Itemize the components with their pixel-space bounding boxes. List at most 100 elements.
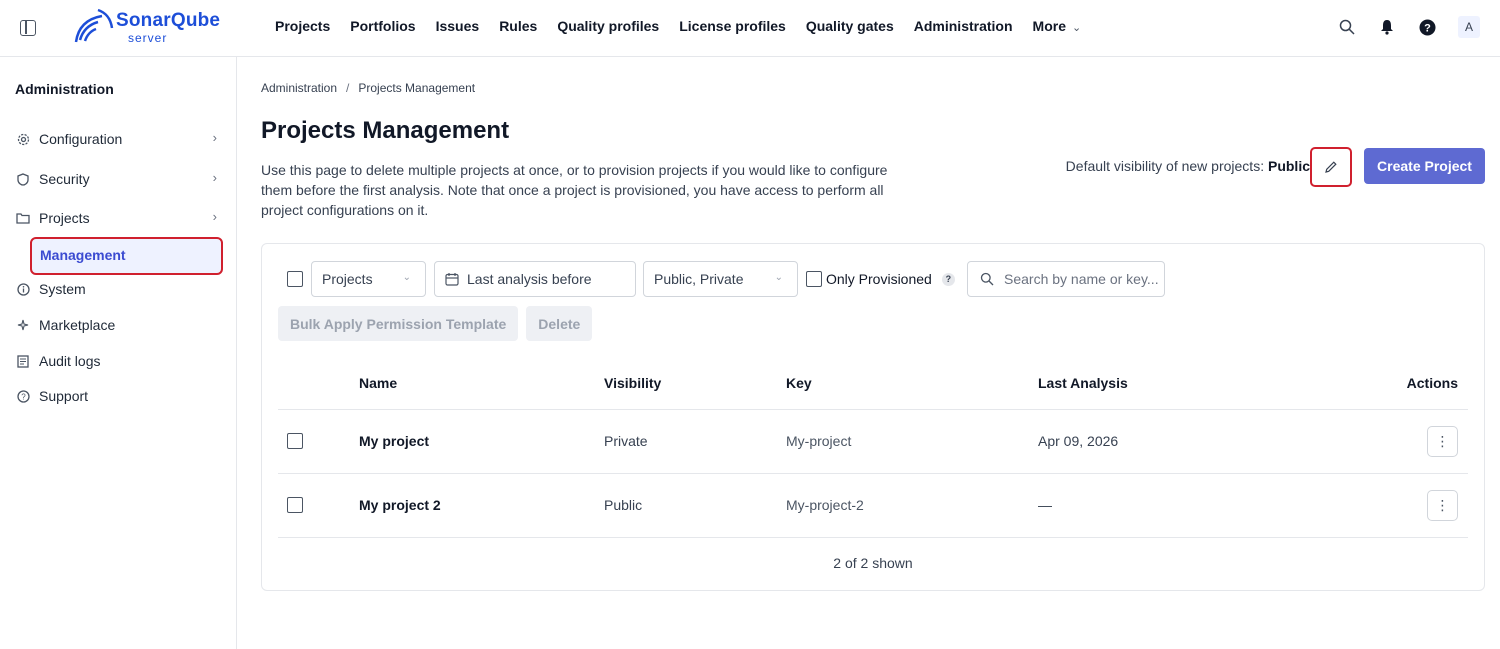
nav-quality-profiles[interactable]: Quality profiles (557, 18, 659, 34)
bulk-apply-permission-template-button[interactable]: Bulk Apply Permission Template (278, 306, 519, 341)
sidebar-item-audit-logs[interactable]: Audit logs (15, 349, 221, 373)
kebab-menu-icon[interactable]: ⋮ (1427, 425, 1458, 457)
admin-sidebar: Administration Configuration › Security … (0, 57, 237, 649)
header-last-analysis: Last Analysis (1038, 357, 1298, 410)
project-key: My-project (786, 409, 1038, 474)
row-select-cell (278, 473, 359, 538)
sidebar-item-label: Projects (39, 210, 90, 226)
sparkle-icon (15, 317, 31, 333)
nav-issues[interactable]: Issues (436, 18, 480, 34)
qualifier-value: Projects (322, 271, 373, 287)
breadcrumb-current: Projects Management (358, 81, 476, 95)
breadcrumb-administration[interactable]: Administration (261, 81, 337, 95)
nav-portfolios[interactable]: Portfolios (350, 18, 415, 34)
only-provisioned-toggle[interactable]: Only Provisioned ? (806, 261, 955, 297)
header-select (278, 357, 359, 410)
row-checkbox[interactable] (287, 497, 303, 513)
search-icon[interactable] (1338, 18, 1356, 36)
table-row: My project 2 Public My-project-2 — ⋮ (278, 473, 1468, 538)
bulk-actions: Bulk Apply Permission Template Delete (278, 306, 593, 341)
project-last-analysis: — (1038, 473, 1298, 538)
sidebar-item-label: System (39, 281, 86, 297)
logo-subtitle: server (128, 31, 168, 45)
nav-license-profiles[interactable]: License profiles (679, 18, 786, 34)
select-all-checkbox[interactable] (287, 271, 303, 287)
sidebar-item-configuration[interactable]: Configuration › (15, 127, 221, 151)
default-visibility: Default visibility of new projects: Publ… (1066, 158, 1310, 174)
project-visibility: Public (604, 473, 786, 538)
nav-more[interactable]: More ⌄ (1033, 18, 1082, 34)
shield-icon (15, 171, 31, 187)
header-actions: Actions (1298, 357, 1468, 410)
nav-projects[interactable]: Projects (275, 18, 330, 34)
visibility-select[interactable]: Public, Private ⌄ (643, 261, 798, 297)
header-key: Key (786, 357, 1038, 410)
edit-visibility-button[interactable] (1310, 147, 1352, 187)
projects-table: Name Visibility Key Last Analysis Action… (278, 357, 1468, 538)
last-analysis-date-picker[interactable]: Last analysis before (434, 261, 636, 297)
search-input[interactable]: Search by name or key... (967, 261, 1165, 297)
folder-icon (15, 210, 31, 226)
project-last-analysis: Apr 09, 2026 (1038, 409, 1298, 474)
row-select-cell (278, 409, 359, 474)
sidebar-item-marketplace[interactable]: Marketplace (15, 313, 221, 337)
help-tooltip-icon[interactable]: ? (941, 272, 955, 286)
main-nav: Projects Portfolios Issues Rules Quality… (275, 18, 1081, 34)
sidebar-item-label: Security (39, 171, 90, 187)
visibility-value: Public (1267, 158, 1310, 174)
sidebar-item-label: Configuration (39, 131, 123, 147)
sidebar-item-projects[interactable]: Projects › (15, 206, 221, 230)
pencil-icon (1325, 161, 1337, 173)
only-provisioned-label: Only Provisioned (826, 271, 932, 287)
chevron-down-icon: ⌄ (402, 272, 411, 283)
help-icon[interactable]: ? (1418, 18, 1436, 36)
sidebar-title: Administration (15, 81, 114, 97)
table-row: My project Private My-project Apr 09, 20… (278, 409, 1468, 474)
nav-administration[interactable]: Administration (914, 18, 1013, 34)
chevron-right-icon: › (212, 170, 217, 185)
breadcrumb-separator: / (346, 81, 350, 95)
sidebar-item-security[interactable]: Security › (15, 167, 221, 191)
sidebar-subitem-management[interactable]: Management (30, 237, 223, 275)
gear-icon (15, 131, 31, 147)
project-name[interactable]: My project (359, 409, 604, 474)
projects-card: Projects ⌄ Last analysis before Public, … (261, 243, 1485, 591)
logo-waves-icon (74, 8, 114, 43)
logo-text: SonarQube (116, 10, 221, 31)
kebab-menu-icon[interactable]: ⋮ (1427, 489, 1458, 521)
top-icons: ? A (1338, 16, 1480, 38)
sidebar-item-label: Audit logs (39, 353, 101, 369)
results-count: 2 of 2 shown (833, 555, 913, 571)
bell-icon[interactable] (1378, 18, 1396, 36)
search-placeholder: Search by name or key... (1004, 271, 1159, 287)
create-project-button[interactable]: Create Project (1364, 148, 1485, 184)
qualifier-select[interactable]: Projects ⌄ (311, 261, 426, 297)
svg-text:?: ? (21, 392, 26, 401)
row-actions-cell: ⋮ (1298, 473, 1468, 538)
nav-more-label: More (1032, 18, 1066, 34)
nav-rules[interactable]: Rules (499, 18, 537, 34)
sidebar-item-label: Marketplace (39, 317, 116, 333)
row-checkbox[interactable] (287, 433, 303, 449)
sonarqube-logo[interactable]: SonarQube server (74, 8, 220, 46)
calendar-icon (445, 273, 459, 286)
sidebar-toggle-icon[interactable] (20, 20, 36, 36)
chevron-right-icon: › (212, 130, 217, 145)
sidebar-item-label: Support (39, 388, 89, 404)
sidebar-item-system[interactable]: System (15, 277, 221, 301)
delete-button[interactable]: Delete (526, 306, 593, 341)
project-name[interactable]: My project 2 (359, 473, 604, 538)
page-description: Use this page to delete multiple project… (261, 162, 888, 218)
row-actions-cell: ⋮ (1298, 409, 1468, 474)
info-icon (15, 281, 31, 297)
log-icon (15, 353, 31, 369)
page-title: Projects Management (261, 117, 510, 144)
project-visibility: Private (604, 409, 786, 474)
table-header-row: Name Visibility Key Last Analysis Action… (278, 357, 1468, 410)
header-name: Name (359, 357, 604, 410)
avatar[interactable]: A (1458, 16, 1480, 38)
sidebar-item-support[interactable]: ? Support (15, 384, 221, 408)
visibility-select-value: Public, Private (654, 271, 744, 287)
only-provisioned-checkbox[interactable] (806, 271, 822, 287)
nav-quality-gates[interactable]: Quality gates (806, 18, 894, 34)
